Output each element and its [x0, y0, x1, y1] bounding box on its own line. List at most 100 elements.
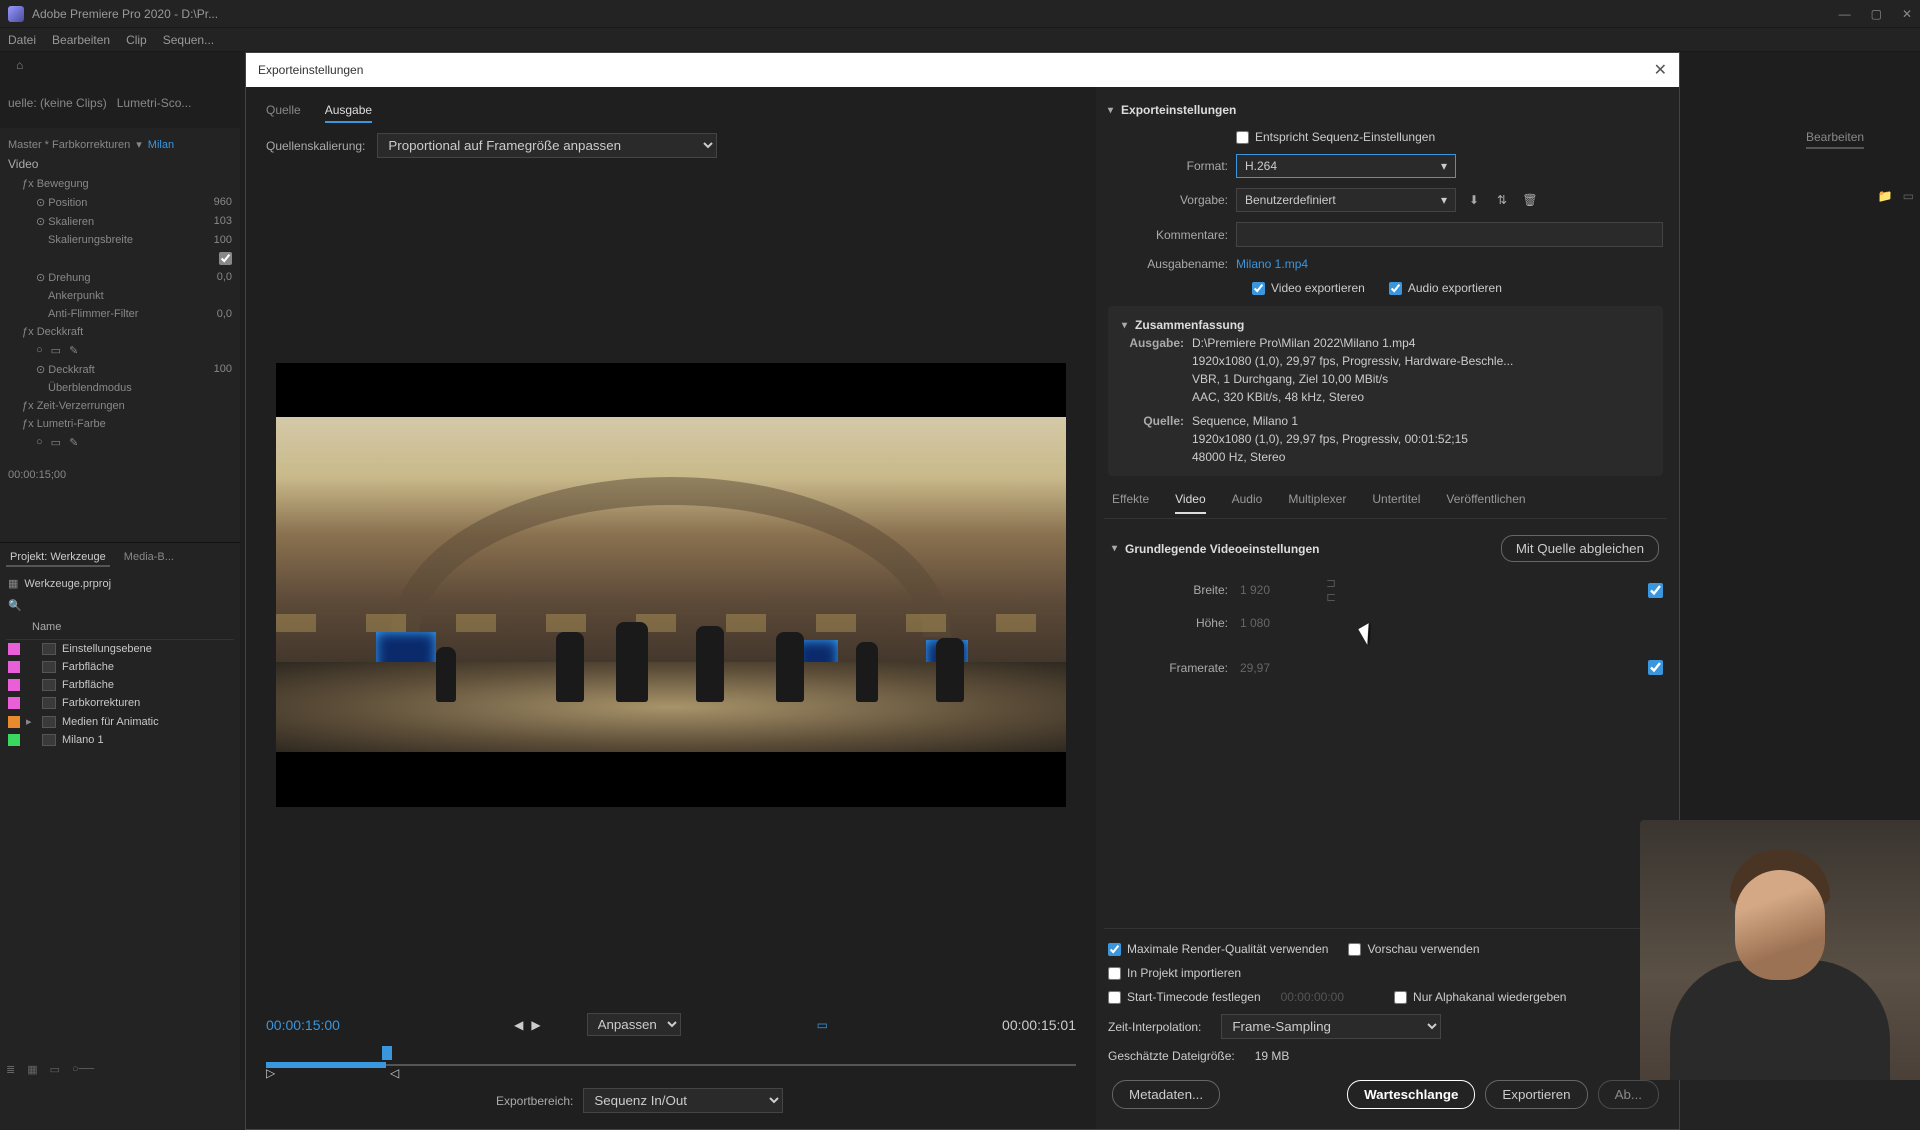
time-remap-effect[interactable]: Zeit-Verzerrungen: [37, 400, 125, 412]
out-point-icon[interactable]: ◁: [390, 1066, 398, 1074]
time-interpolation-select[interactable]: Frame-Sampling: [1221, 1014, 1441, 1039]
in-point-icon[interactable]: ▷: [266, 1066, 274, 1074]
preset-select[interactable]: Benutzerdefiniert▾: [1236, 188, 1456, 212]
start-timecode-checkbox[interactable]: [1108, 991, 1121, 1004]
freeform-view-icon[interactable]: ▭: [50, 1063, 60, 1076]
rotation-value[interactable]: 0,0: [217, 271, 232, 284]
menu-datei[interactable]: Datei: [8, 33, 36, 47]
timecode-left[interactable]: 00:00:15:00: [266, 1017, 340, 1033]
menu-clip[interactable]: Clip: [126, 33, 147, 47]
framerate-value[interactable]: 29,97: [1240, 661, 1310, 675]
output-filename-link[interactable]: Milano 1.mp4: [1236, 257, 1308, 271]
cancel-button[interactable]: Ab...: [1598, 1080, 1659, 1109]
blend-mode-prop[interactable]: Überblendmodus: [48, 382, 132, 394]
column-name[interactable]: Name: [32, 621, 61, 633]
media-browser-tab[interactable]: Media-B...: [120, 549, 178, 567]
tab-video[interactable]: Video: [1175, 492, 1205, 514]
delete-preset-icon[interactable]: 🗑: [1520, 190, 1540, 210]
match-sequence-checkbox[interactable]: [1236, 131, 1249, 144]
list-view-icon[interactable]: ≣: [6, 1063, 15, 1076]
right-tab-bearbeiten[interactable]: Bearbeiten: [1806, 130, 1864, 149]
anchor-prop[interactable]: Ankerpunkt: [48, 290, 104, 302]
tab-multiplexer[interactable]: Multiplexer: [1288, 492, 1346, 514]
export-audio-checkbox[interactable]: [1389, 282, 1402, 295]
export-video-checkbox[interactable]: [1252, 282, 1265, 295]
mask-pen-icon[interactable]: ✎: [69, 344, 78, 357]
minimize-icon[interactable]: —: [1839, 7, 1851, 21]
close-icon[interactable]: ✕: [1654, 60, 1667, 80]
project-item[interactable]: Farbkorrekturen: [6, 694, 234, 712]
zoom-slider-icon[interactable]: ○──: [72, 1063, 94, 1076]
rotation-prop[interactable]: Drehung: [48, 272, 90, 284]
import-project-checkbox[interactable]: [1108, 967, 1121, 980]
summary-header[interactable]: Zusammenfassung: [1122, 316, 1649, 334]
export-button[interactable]: Exportieren: [1485, 1080, 1587, 1109]
project-tab[interactable]: Projekt: Werkzeuge: [6, 549, 110, 567]
lumetri-color-effect[interactable]: Lumetri-Farbe: [37, 418, 106, 430]
opacity-value[interactable]: 100: [214, 363, 232, 376]
home-icon[interactable]: ⌂: [16, 58, 23, 72]
height-value[interactable]: 1 080: [1240, 616, 1310, 630]
position-value[interactable]: 960: [214, 196, 232, 209]
fit-select[interactable]: Anpassen: [587, 1013, 681, 1036]
scale-prop[interactable]: Skalieren: [48, 216, 94, 228]
use-previews-checkbox[interactable]: [1348, 943, 1361, 956]
step-back-icon[interactable]: ◀: [514, 1018, 523, 1032]
opacity-effect[interactable]: Deckkraft: [37, 326, 83, 338]
motion-effect[interactable]: Bewegung: [37, 178, 89, 190]
step-fwd-icon[interactable]: ▶: [531, 1018, 540, 1032]
lumetri-scopes-tab[interactable]: Lumetri-Sco...: [117, 96, 192, 110]
project-item[interactable]: Einstellungsebene: [6, 640, 234, 658]
scale-width-prop[interactable]: Skalierungsbreite: [48, 234, 133, 246]
tab-source[interactable]: Quelle: [266, 99, 301, 123]
close-window-icon[interactable]: ✕: [1902, 7, 1912, 21]
source-tab[interactable]: uelle: (keine Clips): [8, 96, 107, 110]
mask-rect-icon-2[interactable]: ▭: [51, 436, 61, 449]
playhead-handle[interactable]: [382, 1046, 392, 1060]
position-prop[interactable]: Position: [48, 197, 87, 209]
antiflicker-prop[interactable]: Anti-Flimmer-Filter: [48, 308, 138, 320]
project-item[interactable]: Farbfläche: [6, 658, 234, 676]
basic-video-header[interactable]: Grundlegende Videoeinstellungen Mit Quel…: [1108, 527, 1663, 570]
new-item-icon[interactable]: ▭: [1903, 189, 1914, 203]
project-item[interactable]: Milano 1: [6, 731, 234, 749]
tab-effects[interactable]: Effekte: [1112, 492, 1149, 514]
metadata-button[interactable]: Metadaten...: [1112, 1080, 1220, 1109]
link-dimensions-icon[interactable]: ⊐⊏: [1326, 576, 1336, 604]
scale-width-value[interactable]: 100: [214, 234, 232, 246]
tab-publish[interactable]: Veröffentlichen: [1446, 492, 1525, 514]
alpha-only-checkbox[interactable]: [1394, 991, 1407, 1004]
aspect-ratio-icon[interactable]: ▭: [817, 1018, 828, 1032]
max-render-checkbox[interactable]: [1108, 943, 1121, 956]
export-range-select[interactable]: Sequenz In/Out: [583, 1088, 783, 1113]
menu-sequenz[interactable]: Sequen...: [163, 33, 214, 47]
match-source-button[interactable]: Mit Quelle abgleichen: [1501, 535, 1659, 562]
tab-audio[interactable]: Audio: [1232, 492, 1263, 514]
queue-button[interactable]: Warteschlange: [1347, 1080, 1475, 1109]
uniform-scale-checkbox[interactable]: [219, 252, 232, 265]
width-value[interactable]: 1 920: [1240, 583, 1310, 597]
clip-name[interactable]: Milan: [148, 139, 174, 151]
tab-captions[interactable]: Untertitel: [1372, 492, 1420, 514]
mask-ellipse-icon-2[interactable]: ○: [36, 436, 43, 449]
mask-pen-icon-2[interactable]: ✎: [69, 436, 78, 449]
format-select[interactable]: H.264▾: [1236, 154, 1456, 178]
maximize-icon[interactable]: ▢: [1871, 7, 1882, 21]
antiflicker-value[interactable]: 0,0: [217, 308, 232, 320]
import-preset-icon[interactable]: ⇅: [1492, 190, 1512, 210]
source-scaling-select[interactable]: Proportional auf Framegröße anpassen: [377, 133, 717, 158]
menu-bearbeiten[interactable]: Bearbeiten: [52, 33, 110, 47]
scale-value[interactable]: 103: [214, 215, 232, 228]
comments-input[interactable]: [1236, 222, 1663, 247]
project-item[interactable]: ▸ Medien für Animatic: [6, 712, 234, 731]
save-preset-icon[interactable]: ⬇: [1464, 190, 1484, 210]
export-settings-header[interactable]: Exporteinstellungen: [1104, 95, 1667, 125]
project-item[interactable]: Farbfläche: [6, 676, 234, 694]
preview-scrubber[interactable]: ▷ ◁: [266, 1046, 1076, 1076]
mask-ellipse-icon[interactable]: ○: [36, 344, 43, 357]
framerate-match-checkbox[interactable]: [1648, 660, 1663, 675]
folder-icon[interactable]: 📁: [1878, 189, 1893, 203]
icon-view-icon[interactable]: ▦: [27, 1063, 37, 1076]
search-icon[interactable]: 🔍: [8, 599, 22, 612]
mask-rect-icon[interactable]: ▭: [51, 344, 61, 357]
